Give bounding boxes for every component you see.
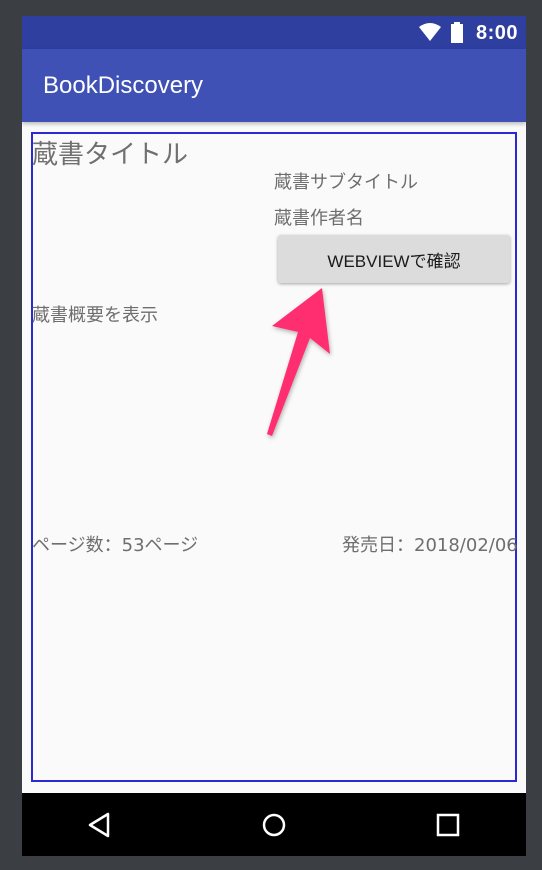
book-page-count: ページ数：53ページ [32, 535, 199, 556]
back-icon[interactable] [84, 809, 116, 841]
status-time: 8:00 [475, 22, 518, 44]
battery-icon [451, 24, 463, 43]
book-summary: 蔵書概要を表示 [32, 305, 158, 326]
webview-confirm-button[interactable]: WEBVIEWで確認 [278, 235, 510, 283]
app-bar: BookDiscovery [22, 49, 526, 122]
android-screen: 8:00 BookDiscovery 蔵書タイトル 蔵書サブタイトル 蔵書作者名… [22, 16, 526, 856]
home-icon[interactable] [258, 809, 290, 841]
navigation-bar [22, 793, 526, 856]
book-title: 蔵書タイトル [32, 140, 189, 170]
status-icons [419, 22, 463, 43]
book-author: 蔵書作者名 [274, 208, 364, 229]
status-bar: 8:00 [22, 16, 526, 49]
recents-icon[interactable] [432, 809, 464, 841]
wifi-icon [419, 23, 441, 41]
app-title: BookDiscovery [43, 72, 204, 99]
book-release-date: 発売日：2018/02/06 [342, 535, 518, 556]
annotation-arrow-icon [267, 288, 330, 436]
book-subtitle: 蔵書サブタイトル [274, 172, 418, 193]
